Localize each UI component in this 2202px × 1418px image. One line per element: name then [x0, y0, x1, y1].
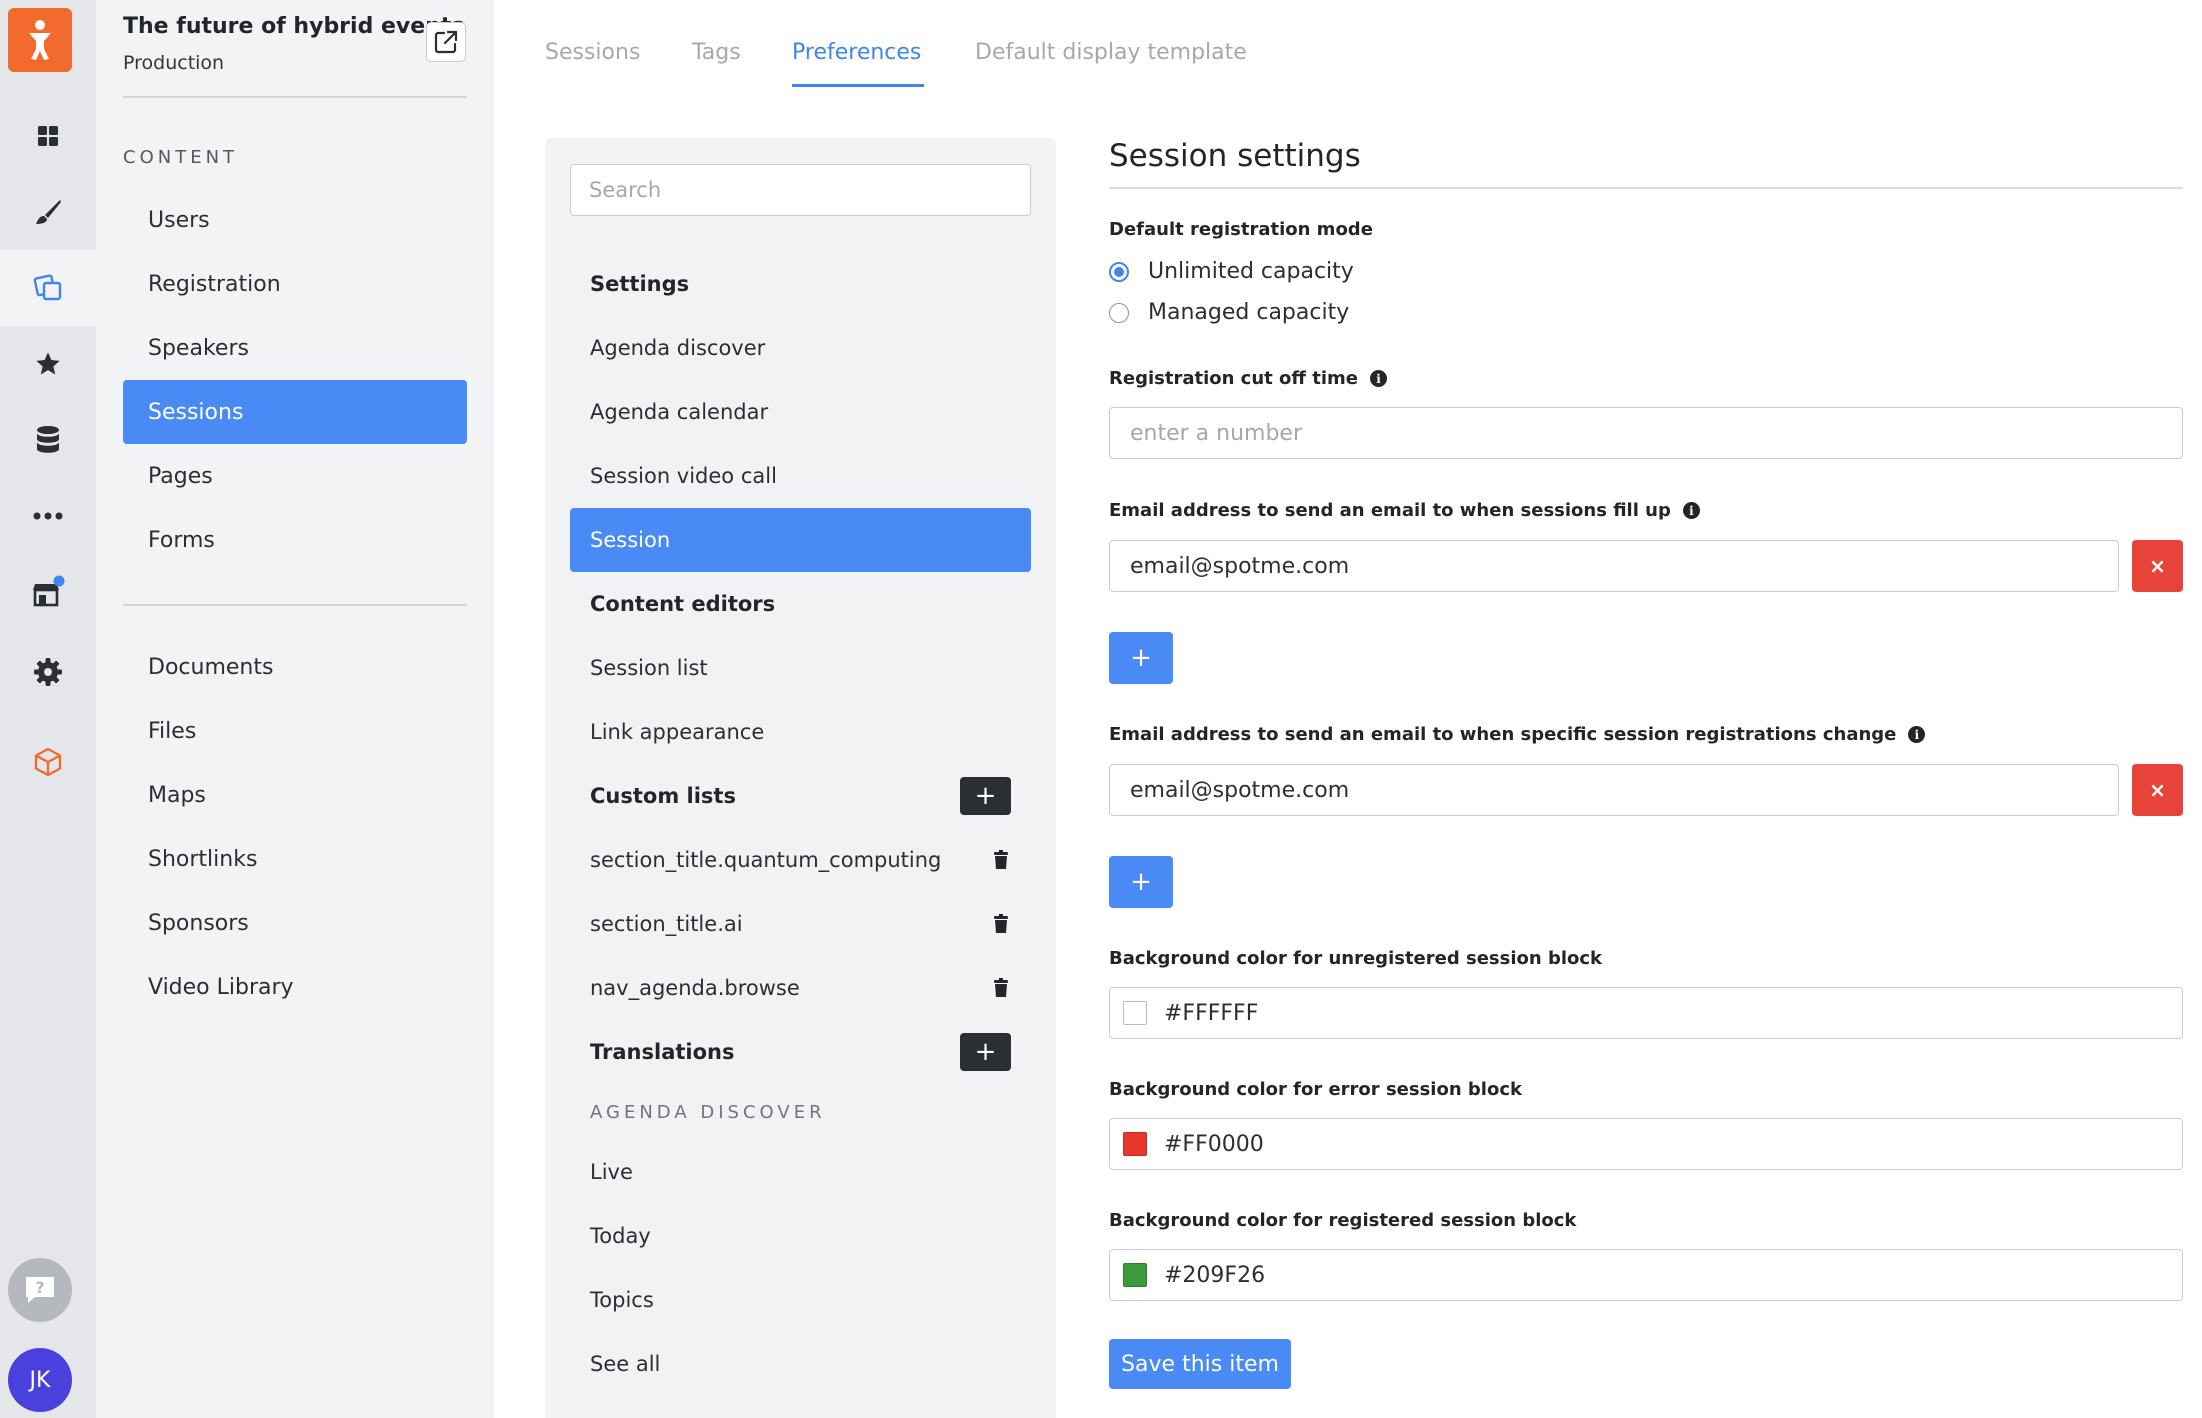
nav-item-sessions[interactable]: Sessions: [123, 380, 467, 444]
nav-item-registration[interactable]: Registration: [123, 252, 467, 316]
nav-item-documents[interactable]: Documents: [123, 635, 467, 699]
list-item-session-list[interactable]: Session list: [570, 636, 1031, 700]
preferences-panel: Settings Agenda discover Agenda calendar…: [545, 138, 1056, 1418]
open-external-button[interactable]: [426, 22, 466, 62]
trash-icon[interactable]: [991, 848, 1011, 872]
store-icon[interactable]: [0, 554, 96, 630]
nav-item-pages[interactable]: Pages: [123, 444, 467, 508]
add-translation-button[interactable]: +: [960, 1033, 1011, 1071]
person-logo-icon[interactable]: [8, 8, 72, 72]
remove-change-email-button[interactable]: ×: [2132, 764, 2183, 816]
info-icon[interactable]: i: [1370, 370, 1387, 387]
color-swatch-white[interactable]: [1123, 1001, 1147, 1025]
save-button[interactable]: Save this item: [1109, 1339, 1291, 1389]
list-item-custom-list[interactable]: section_title.quantum_computing: [570, 828, 980, 892]
list-item-session-video-call[interactable]: Session video call: [570, 444, 1031, 508]
nav-item-maps[interactable]: Maps: [123, 763, 467, 827]
radio-unlimited-capacity[interactable]: Unlimited capacity: [1109, 259, 1354, 284]
star-icon[interactable]: [0, 326, 96, 402]
tab-tags[interactable]: Tags: [692, 40, 741, 65]
content-sidebar: The future of hybrid events Production C…: [96, 0, 494, 1418]
external-link-icon: [434, 30, 458, 54]
nav-item-sponsors[interactable]: Sponsors: [123, 891, 467, 955]
nav-divider: [123, 96, 467, 98]
database-icon[interactable]: [0, 402, 96, 478]
list-item-today[interactable]: Today: [570, 1204, 1031, 1268]
radio-managed-capacity[interactable]: Managed capacity: [1109, 300, 1349, 325]
info-icon[interactable]: i: [1682, 502, 1700, 519]
help-icon[interactable]: ?: [8, 1258, 72, 1322]
event-environment: Production: [123, 52, 225, 74]
more-icon[interactable]: [0, 478, 96, 554]
nav-item-files[interactable]: Files: [123, 699, 467, 763]
nav-item-video-library[interactable]: Video Library: [123, 955, 467, 1019]
color-swatch-green[interactable]: [1123, 1263, 1147, 1287]
avatar[interactable]: JK: [8, 1348, 72, 1412]
list-item-live[interactable]: Live: [570, 1140, 1031, 1204]
gear-icon[interactable]: [0, 634, 96, 710]
list-item-session[interactable]: Session: [570, 508, 1031, 572]
section-settings: Settings: [590, 272, 690, 296]
change-email-field[interactable]: [1109, 764, 2119, 816]
svg-text:?: ?: [35, 1278, 44, 1297]
trash-icon[interactable]: [991, 976, 1011, 1000]
list-item-custom-list[interactable]: section_title.ai: [570, 892, 980, 956]
section-content-editors: Content editors: [590, 592, 776, 616]
fill-email-label: Email address to send an email to when s…: [1109, 500, 1700, 521]
radio-selected-icon[interactable]: [1109, 261, 1129, 282]
fill-email-field[interactable]: [1109, 540, 2119, 592]
brush-icon[interactable]: [0, 174, 96, 250]
package-icon[interactable]: [0, 724, 96, 800]
unregistered-color-label: Background color for unregistered sessio…: [1109, 948, 1603, 969]
cutoff-input[interactable]: [1109, 407, 2183, 459]
list-item-link-appearance[interactable]: Link appearance: [570, 700, 1031, 764]
nav-item-users[interactable]: Users: [123, 188, 467, 252]
registered-color-label: Background color for registered session …: [1109, 1210, 1577, 1231]
content-icon[interactable]: [0, 250, 96, 326]
nav-heading-content: CONTENT: [123, 147, 239, 168]
title-divider: [1109, 187, 2183, 189]
radio-unselected-icon[interactable]: [1109, 302, 1129, 323]
add-custom-list-button[interactable]: +: [960, 777, 1011, 815]
active-tab-indicator: [792, 84, 924, 87]
list-item-agenda-discover[interactable]: Agenda discover: [570, 316, 1031, 380]
trash-icon[interactable]: [991, 912, 1011, 936]
nav-item-speakers[interactable]: Speakers: [123, 316, 467, 380]
registered-color-field[interactable]: #209F26: [1109, 1249, 2183, 1301]
section-translations: Translations: [590, 1040, 735, 1064]
icon-rail: ? JK: [0, 0, 96, 1418]
dashboard-icon[interactable]: [0, 98, 96, 174]
tab-default-display-template[interactable]: Default display template: [975, 40, 1247, 65]
tab-preferences[interactable]: Preferences: [792, 40, 921, 65]
list-item-agenda-calendar[interactable]: Agenda calendar: [570, 380, 1031, 444]
add-change-email-button[interactable]: +: [1109, 856, 1173, 908]
nav-item-forms[interactable]: Forms: [123, 508, 467, 572]
list-item-custom-list[interactable]: nav_agenda.browse: [570, 956, 980, 1020]
add-fill-email-button[interactable]: +: [1109, 632, 1173, 684]
list-item-topics[interactable]: Topics: [570, 1268, 1031, 1332]
event-title: The future of hybrid events: [123, 14, 465, 39]
info-icon[interactable]: i: [1908, 726, 1926, 743]
remove-fill-email-button[interactable]: ×: [2132, 540, 2183, 592]
error-color-field[interactable]: #FF0000: [1109, 1118, 2183, 1170]
error-color-label: Background color for error session block: [1109, 1079, 1522, 1100]
change-email-label: Email address to send an email to when s…: [1109, 724, 1926, 745]
cutoff-label: Registration cut off time i: [1109, 368, 1387, 389]
unregistered-color-field[interactable]: #FFFFFF: [1109, 987, 2183, 1039]
page-title: Session settings: [1109, 138, 1361, 174]
nav-divider: [123, 604, 467, 606]
nav-item-shortlinks[interactable]: Shortlinks: [123, 827, 467, 891]
registration-mode-label: Default registration mode: [1109, 219, 1373, 240]
list-item-see-all[interactable]: See all: [570, 1332, 1031, 1396]
subheading-agenda-discover: AGENDA DISCOVER: [590, 1102, 826, 1123]
section-custom-lists: Custom lists: [590, 784, 736, 808]
tab-sessions[interactable]: Sessions: [545, 40, 640, 65]
color-swatch-red[interactable]: [1123, 1132, 1147, 1156]
search-input[interactable]: [570, 164, 1031, 216]
